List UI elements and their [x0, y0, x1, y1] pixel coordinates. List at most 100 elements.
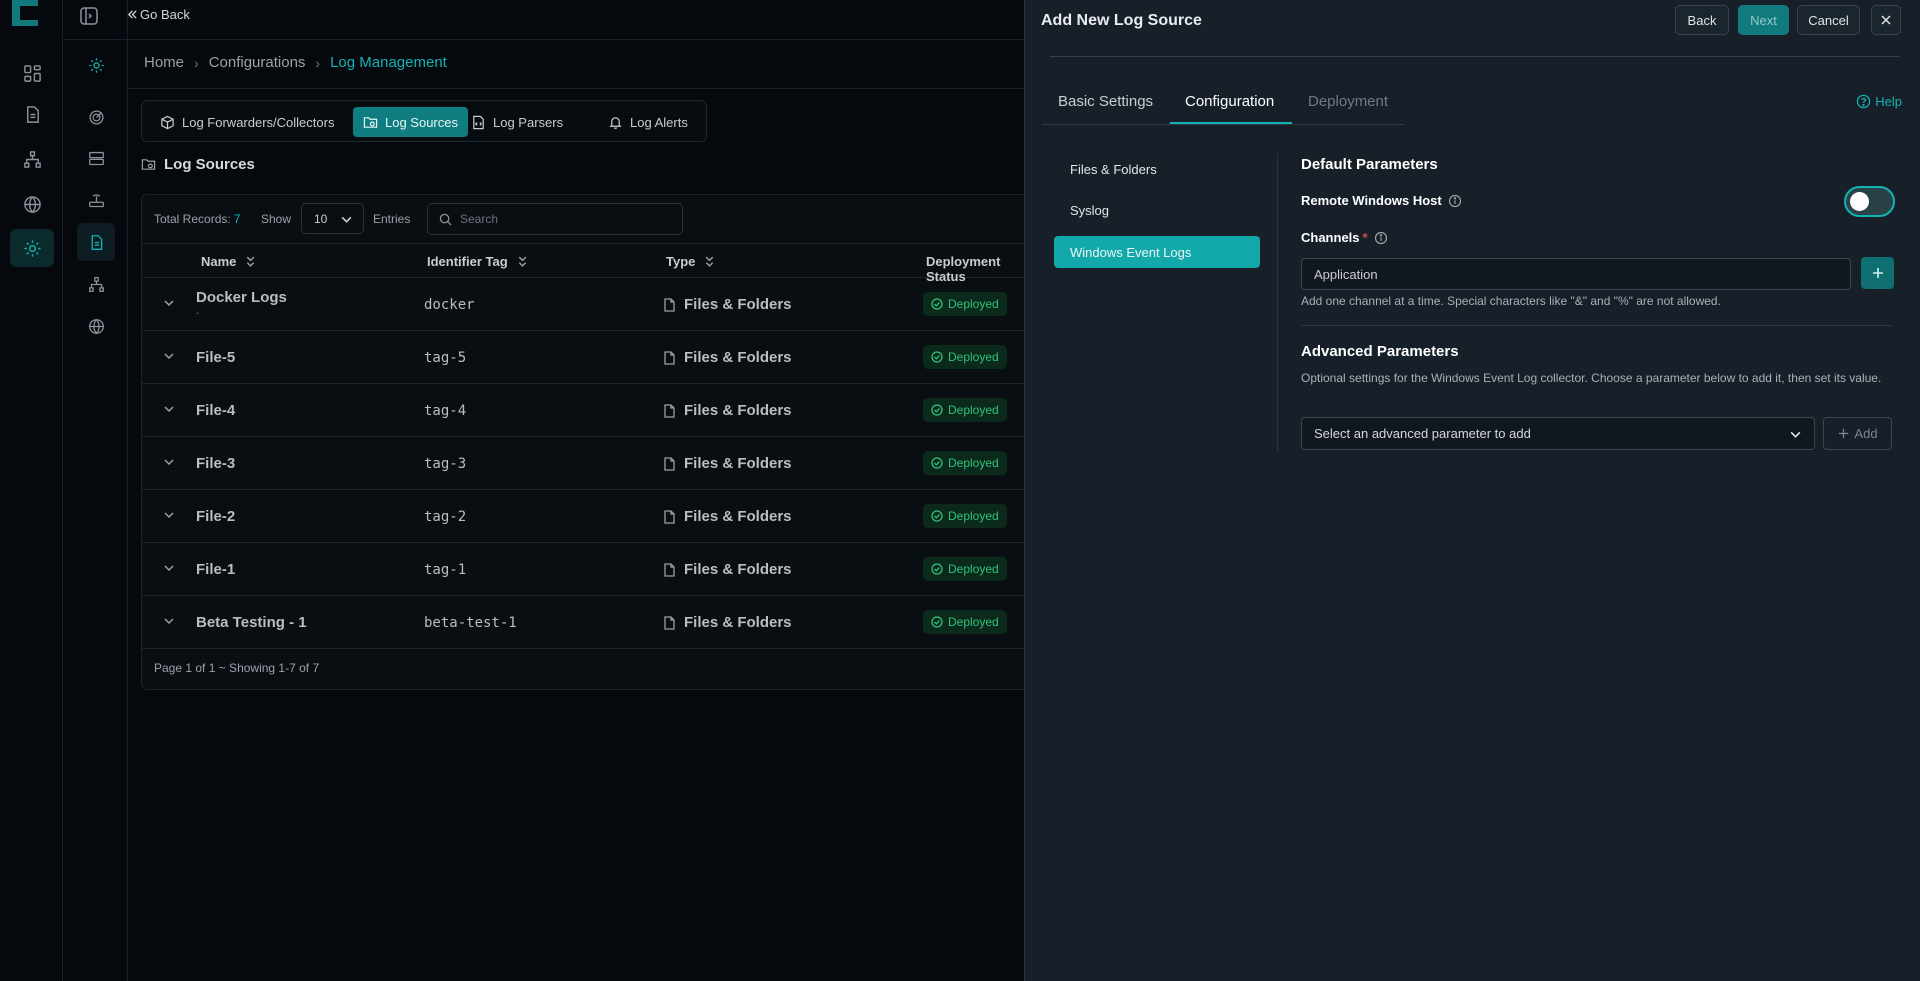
- table-row[interactable]: File-1 tag-1 Files & Folders Deployed: [142, 543, 1040, 596]
- remote-windows-host-toggle[interactable]: [1844, 186, 1895, 217]
- chevron-down-icon[interactable]: [162, 296, 176, 310]
- row-name: File-5: [196, 349, 236, 366]
- table-toolbar: Total Records: 7 Show 10 Entries Search: [142, 195, 1040, 244]
- table-row[interactable]: Docker Logs - docker Files & Folders Dep…: [142, 278, 1040, 331]
- row-type: Files & Folders: [662, 561, 792, 578]
- chevron-down-icon[interactable]: [162, 561, 176, 575]
- chevron-down-icon[interactable]: [162, 508, 176, 522]
- hierarchy-icon[interactable]: [83, 271, 109, 297]
- tab-label: Log Alerts: [630, 114, 688, 130]
- go-back-label: Go Back: [140, 7, 190, 22]
- add-channel-button[interactable]: [1861, 257, 1894, 289]
- channel-input[interactable]: Application: [1301, 258, 1851, 290]
- source-type-windows-event-logs[interactable]: Windows Event Logs: [1054, 236, 1260, 268]
- row-type-label: Files & Folders: [684, 402, 792, 419]
- breadcrumb-home[interactable]: Home: [144, 54, 184, 71]
- tab-log-alerts[interactable]: Log Alerts: [598, 107, 698, 137]
- table-row[interactable]: File-2 tag-2 Files & Folders Deployed: [142, 490, 1040, 543]
- router-icon[interactable]: [83, 187, 109, 213]
- chevron-down-icon[interactable]: [162, 349, 176, 363]
- tab-log-forwarders[interactable]: Log Forwarders/Collectors: [150, 107, 344, 137]
- check-circle-icon: [931, 298, 943, 310]
- channels-text: Channels: [1301, 230, 1360, 245]
- table-header: Name Identifier Tag Type Deployment Stat…: [142, 244, 1040, 284]
- row-name: File-4: [196, 402, 236, 419]
- column-header-name[interactable]: Name: [201, 254, 257, 269]
- tab-label: Log Sources: [385, 114, 458, 130]
- tab-log-sources[interactable]: Log Sources: [353, 107, 468, 137]
- row-type-label: Files & Folders: [684, 455, 792, 472]
- status-label: Deployed: [948, 403, 999, 417]
- search-icon: [439, 213, 452, 226]
- table-row[interactable]: File-3 tag-3 Files & Folders Deployed: [142, 437, 1040, 490]
- app-logo[interactable]: [8, 0, 44, 34]
- go-back-link[interactable]: Go Back: [127, 7, 190, 22]
- row-name: Docker Logs: [196, 289, 287, 306]
- pagination-info: Page 1 of 1 ~ Showing 1-7 of 7: [154, 661, 320, 675]
- configuration-sidebar: [63, 0, 128, 981]
- check-circle-icon: [931, 616, 943, 628]
- row-name: File-3: [196, 455, 236, 472]
- remote-windows-host-label: Remote Windows Host: [1301, 193, 1462, 208]
- tab-basic-settings[interactable]: Basic Settings: [1058, 93, 1153, 110]
- check-circle-icon: [931, 563, 943, 575]
- advanced-parameter-placeholder: Select an advanced parameter to add: [1314, 426, 1531, 441]
- info-icon[interactable]: [1448, 194, 1462, 208]
- back-button[interactable]: Back: [1675, 5, 1729, 35]
- document-icon[interactable]: [19, 101, 45, 127]
- search-input[interactable]: Search: [427, 203, 683, 235]
- globe-icon[interactable]: [83, 313, 109, 339]
- source-type-files-folders[interactable]: Files & Folders: [1054, 153, 1260, 185]
- breadcrumb-configurations[interactable]: Configurations: [209, 54, 306, 71]
- table-row[interactable]: File-5 tag-5 Files & Folders Deployed: [142, 331, 1040, 384]
- help-link[interactable]: Help: [1856, 94, 1902, 109]
- gear-icon[interactable]: [83, 52, 109, 78]
- next-button[interactable]: Next: [1738, 5, 1789, 35]
- tab-log-parsers[interactable]: Log Parsers: [461, 107, 573, 137]
- total-records: Total Records: 7: [154, 212, 240, 226]
- table-row[interactable]: Beta Testing - 1 beta-test-1 Files & Fol…: [142, 596, 1040, 649]
- status-badge: Deployed: [923, 345, 1007, 369]
- chevron-down-icon[interactable]: [162, 455, 176, 469]
- settings-icon[interactable]: [10, 229, 54, 267]
- status-badge: Deployed: [923, 557, 1007, 581]
- row-name: File-2: [196, 508, 236, 525]
- page-size-select[interactable]: 10: [301, 203, 364, 234]
- info-icon[interactable]: [1374, 231, 1388, 245]
- status-badge: Deployed: [923, 398, 1007, 422]
- channel-hint: Add one channel at a time. Special chara…: [1301, 294, 1721, 308]
- cancel-button[interactable]: Cancel: [1797, 5, 1860, 35]
- check-circle-icon: [931, 404, 943, 416]
- status-label: Deployed: [948, 297, 999, 311]
- row-type: Files & Folders: [662, 614, 792, 631]
- chevron-down-icon[interactable]: [162, 614, 176, 628]
- sort-icon: [247, 256, 255, 267]
- advanced-parameter-select[interactable]: Select an advanced parameter to add: [1301, 417, 1815, 450]
- bell-icon: [609, 116, 622, 129]
- column-header-type[interactable]: Type: [666, 254, 716, 269]
- globe-icon[interactable]: [19, 191, 45, 217]
- log-sources-table: Total Records: 7 Show 10 Entries Search N…: [141, 194, 1041, 690]
- row-identifier-tag: tag-3: [424, 456, 467, 472]
- server-icon[interactable]: [83, 145, 109, 171]
- column-header-identifier-tag[interactable]: Identifier Tag: [427, 254, 529, 269]
- tab-deployment[interactable]: Deployment: [1308, 93, 1388, 110]
- plus-icon: [1872, 268, 1883, 278]
- file-code-icon: [473, 115, 484, 129]
- chevron-down-icon[interactable]: [162, 402, 176, 416]
- add-parameter-button[interactable]: Add: [1823, 417, 1892, 450]
- close-button[interactable]: [1871, 5, 1901, 35]
- row-identifier-tag: docker: [424, 297, 475, 313]
- network-tree-icon[interactable]: [19, 146, 45, 172]
- table-row[interactable]: File-4 tag-4 Files & Folders Deployed: [142, 384, 1040, 437]
- log-file-icon[interactable]: [77, 223, 115, 261]
- sort-icon: [518, 256, 526, 267]
- tab-configuration[interactable]: Configuration: [1185, 93, 1274, 110]
- radar-icon[interactable]: [83, 104, 109, 130]
- sidebar-toggle-icon[interactable]: [79, 6, 99, 26]
- source-type-syslog[interactable]: Syslog: [1054, 194, 1260, 226]
- dashboard-icon[interactable]: [19, 60, 45, 86]
- double-chevron-left-icon: [127, 10, 137, 19]
- file-icon: [664, 562, 675, 577]
- file-icon: [664, 403, 675, 418]
